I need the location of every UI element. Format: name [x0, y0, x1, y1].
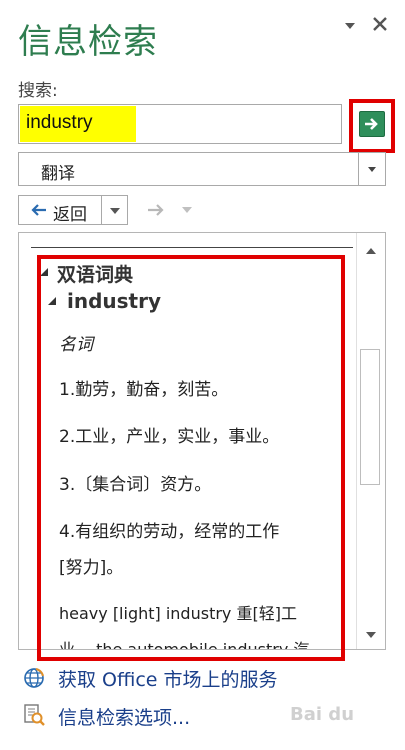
research-options-icon	[22, 703, 46, 727]
back-button[interactable]: 返回	[18, 195, 128, 225]
forward-button[interactable]	[142, 195, 206, 225]
definition-line: 4.有组织的劳动，经常的工作	[59, 522, 280, 542]
part-of-speech: 名词	[59, 335, 93, 355]
results-panel[interactable]: 双语词典 industry 名词 1.勤劳，勤奋，刻苦。 2.工业，产业，实业，…	[18, 232, 386, 650]
close-icon[interactable]	[370, 14, 390, 34]
reference-source-value: 翻译	[41, 164, 75, 184]
entry-word-heading[interactable]: industry	[67, 289, 161, 313]
arrow-right-icon	[365, 118, 378, 130]
watermark-logo: Bai du	[290, 704, 355, 725]
section-heading-bilingual-dictionary[interactable]: 双语词典	[57, 260, 133, 287]
reference-source-dropdown[interactable]: 翻译	[18, 152, 386, 186]
search-label: 搜索:	[18, 81, 58, 101]
results-scrollbar[interactable]	[356, 233, 385, 649]
back-history-chevron-icon	[110, 208, 120, 214]
pane-options-dropdown-icon[interactable]	[342, 18, 358, 34]
arrow-left-icon	[31, 204, 46, 216]
definition-line: 2.工业，产业，实业，事业。	[59, 427, 280, 447]
definition-line: 1.勤劳，勤奋，刻苦。	[59, 380, 229, 400]
chevron-down-icon	[368, 167, 376, 172]
definition-line: 3.〔集合词〕资方。	[59, 475, 212, 495]
search-input-value: industry	[26, 112, 93, 133]
scroll-down-arrow-icon[interactable]	[361, 625, 381, 645]
example-line: heavy [light] industry 重[轻]工	[59, 604, 297, 623]
research-options-link[interactable]: 信息检索选项...	[58, 703, 190, 730]
start-search-button[interactable]	[359, 111, 385, 137]
scroll-thumb[interactable]	[360, 349, 380, 485]
arrow-right-disabled-icon	[148, 204, 192, 216]
collapse-triangle-icon	[48, 297, 56, 305]
results-divider	[31, 247, 353, 248]
collapse-triangle-icon	[40, 268, 48, 276]
globe-icon	[22, 666, 46, 690]
dropdown-arrow-button[interactable]	[358, 153, 385, 185]
scroll-up-arrow-icon[interactable]	[361, 241, 381, 261]
definition-line: [努力]。	[59, 558, 124, 578]
office-marketplace-link[interactable]: 获取 Office 市场上的服务	[58, 665, 278, 692]
search-input[interactable]: industry	[18, 104, 342, 144]
back-button-label: 返回	[53, 205, 87, 225]
example-line: 业。 the automobile industry 汽	[59, 640, 310, 650]
pane-title: 信息检索	[18, 22, 158, 62]
